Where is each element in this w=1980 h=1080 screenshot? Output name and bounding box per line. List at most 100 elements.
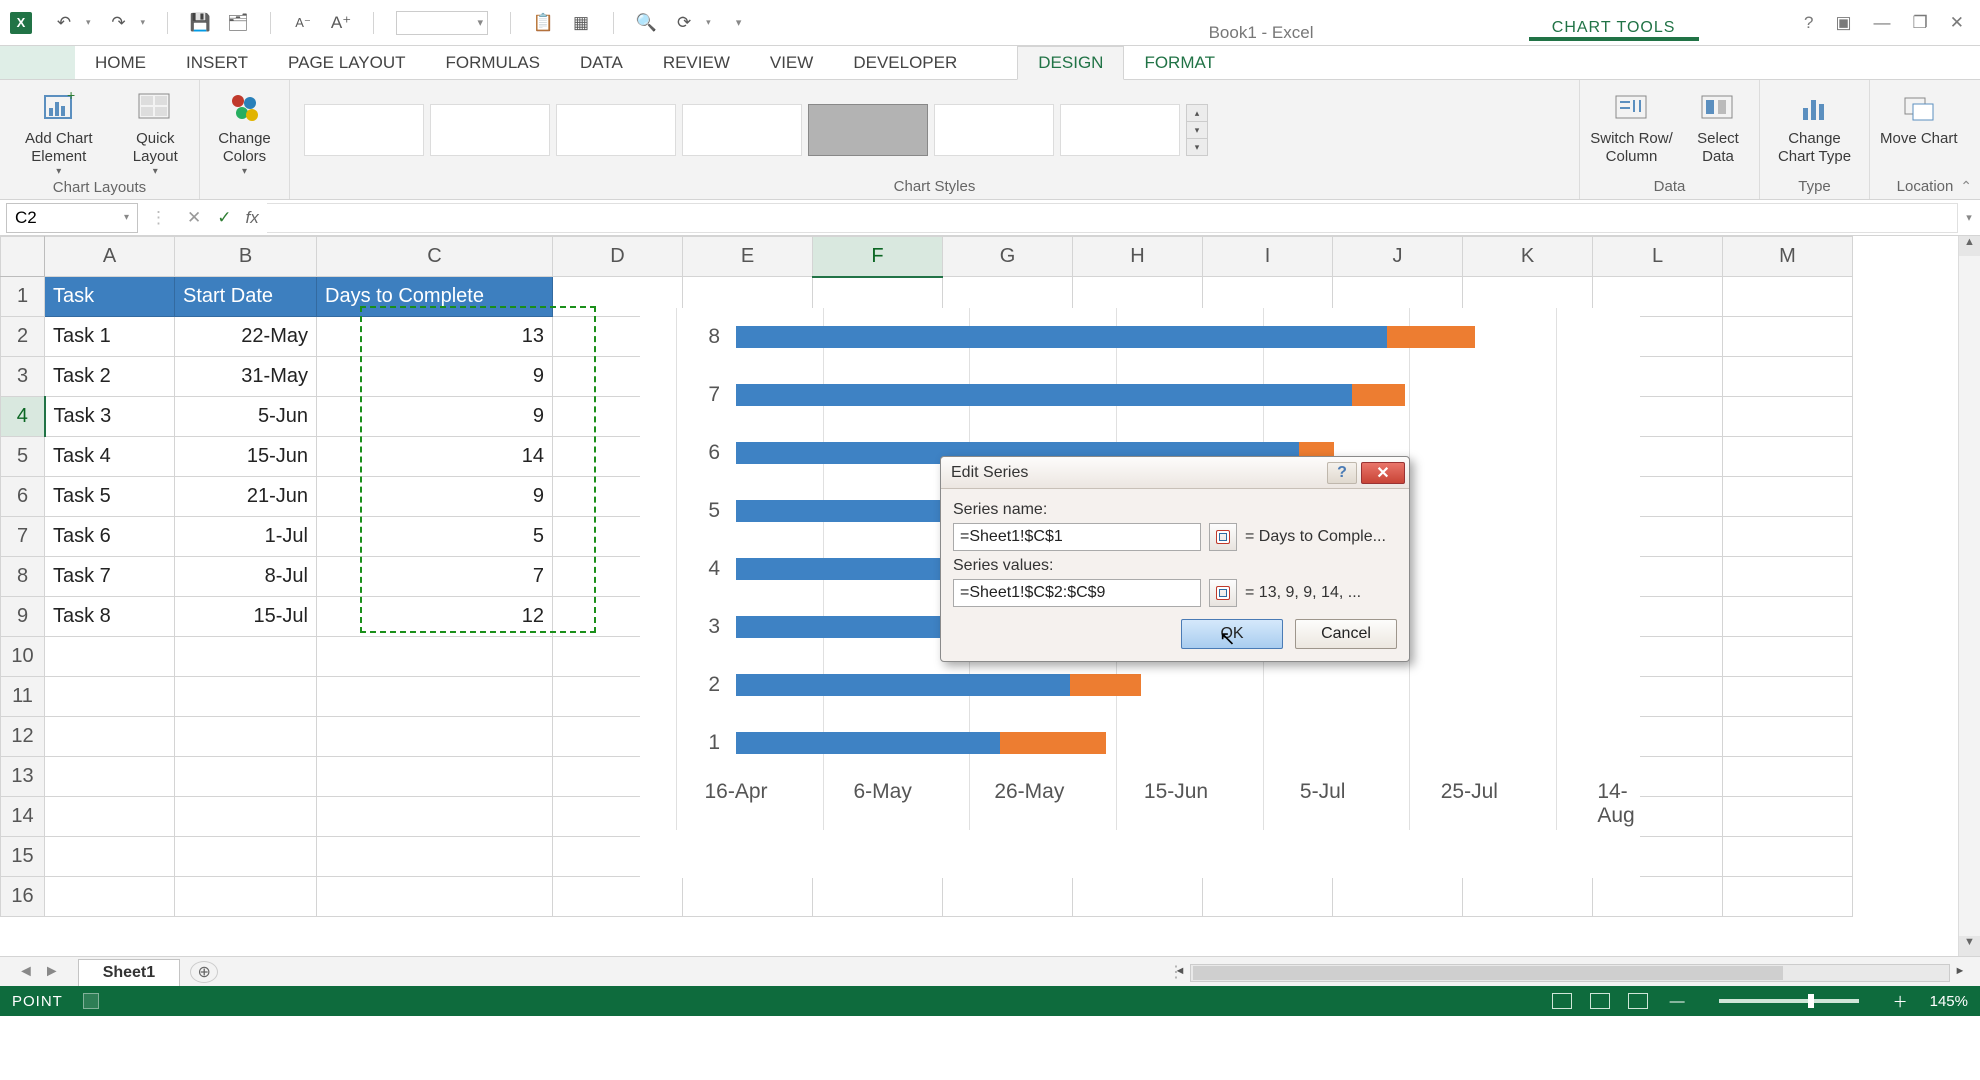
formula-cancel-icon[interactable]: ✕	[187, 208, 201, 228]
cancel-button[interactable]: Cancel	[1295, 619, 1397, 649]
cell-A10[interactable]	[45, 637, 175, 677]
dialog-close-icon[interactable]: ✕	[1361, 462, 1405, 484]
row-head-4[interactable]: 4	[1, 397, 45, 437]
col-head-L[interactable]: L	[1593, 237, 1723, 277]
col-head-H[interactable]: H	[1073, 237, 1203, 277]
cell-B12[interactable]	[175, 717, 317, 757]
cell-B3[interactable]: 31-May	[175, 357, 317, 397]
zoom-slider[interactable]	[1719, 999, 1859, 1003]
cell-M3[interactable]	[1723, 357, 1853, 397]
change-colors-button[interactable]: Change Colors ▾	[210, 84, 279, 177]
tab-formulas[interactable]: FORMULAS	[426, 46, 560, 79]
col-head-J[interactable]: J	[1333, 237, 1463, 277]
sheet-tab-sheet1[interactable]: Sheet1	[78, 959, 180, 986]
row-head-5[interactable]: 5	[1, 437, 45, 477]
cell-C3[interactable]: 9	[317, 357, 553, 397]
chart-bar-start[interactable]	[736, 326, 1387, 348]
cell-M4[interactable]	[1723, 397, 1853, 437]
name-box[interactable]: C2 ▾	[6, 203, 138, 233]
preview-icon[interactable]: 🔍	[636, 13, 656, 33]
cell-M2[interactable]	[1723, 317, 1853, 357]
chart-bar-days[interactable]	[1387, 326, 1475, 348]
cell-B8[interactable]: 8-Jul	[175, 557, 317, 597]
decrease-font-icon[interactable]: A⁻	[293, 13, 313, 33]
cell-I16[interactable]	[1203, 877, 1333, 917]
cell-A15[interactable]	[45, 837, 175, 877]
cell-B14[interactable]	[175, 797, 317, 837]
tab-data[interactable]: DATA	[560, 46, 643, 79]
cell-G16[interactable]	[943, 877, 1073, 917]
cell-L16[interactable]	[1593, 877, 1723, 917]
cell-B15[interactable]	[175, 837, 317, 877]
close-icon[interactable]: ✕	[1950, 13, 1964, 33]
gallery-scroll[interactable]: ▴▾▾	[1186, 104, 1208, 156]
cell-B13[interactable]	[175, 757, 317, 797]
select-all-button[interactable]	[1, 237, 45, 277]
cell-A11[interactable]	[45, 677, 175, 717]
formula-bar[interactable]	[267, 203, 1958, 233]
increase-font-icon[interactable]: A⁺	[331, 13, 351, 33]
cell-A3[interactable]: Task 2	[45, 357, 175, 397]
add-chart-element-button[interactable]: + Add Chart Element ▾	[10, 84, 108, 177]
cell-B16[interactable]	[175, 877, 317, 917]
cell-A16[interactable]	[45, 877, 175, 917]
col-head-M[interactable]: M	[1723, 237, 1853, 277]
series-name-range-picker-icon[interactable]	[1209, 523, 1237, 551]
col-head-D[interactable]: D	[553, 237, 683, 277]
row-head-7[interactable]: 7	[1, 517, 45, 557]
page-layout-view-icon[interactable]	[1590, 993, 1610, 1009]
cell-B1[interactable]: Start Date	[175, 277, 317, 317]
font-size-picker[interactable]: ▾	[396, 11, 488, 35]
ribbon-display-options-icon[interactable]: ▣	[1835, 13, 1851, 33]
chart-bar-days[interactable]	[1000, 732, 1106, 754]
cell-A7[interactable]: Task 6	[45, 517, 175, 557]
cell-M10[interactable]	[1723, 637, 1853, 677]
cell-B2[interactable]: 22-May	[175, 317, 317, 357]
row-head-14[interactable]: 14	[1, 797, 45, 837]
cell-F16[interactable]	[813, 877, 943, 917]
cell-B11[interactable]	[175, 677, 317, 717]
collapse-ribbon-icon[interactable]: ⌃	[1960, 178, 1972, 195]
cell-M7[interactable]	[1723, 517, 1853, 557]
cell-A1[interactable]: Task	[45, 277, 175, 317]
sheet-options-icon[interactable]: ▦	[571, 13, 591, 33]
cell-D16[interactable]	[553, 877, 683, 917]
zoom-out-icon[interactable]: —	[1666, 993, 1689, 1010]
cell-B4[interactable]: 5-Jun	[175, 397, 317, 437]
cell-A5[interactable]: Task 4	[45, 437, 175, 477]
row-head-6[interactable]: 6	[1, 477, 45, 517]
row-head-8[interactable]: 8	[1, 557, 45, 597]
tab-home[interactable]: HOME	[75, 46, 166, 79]
row-head-2[interactable]: 2	[1, 317, 45, 357]
cell-A9[interactable]: Task 8	[45, 597, 175, 637]
chart-bar-start[interactable]	[736, 384, 1352, 406]
vertical-scrollbar[interactable]: ▲ ▼	[1958, 236, 1980, 956]
chart-bar-start[interactable]	[736, 732, 1000, 754]
cell-M13[interactable]	[1723, 757, 1853, 797]
series-values-input[interactable]: =Sheet1!$C$2:$C$9	[953, 579, 1201, 607]
expand-formula-bar-icon[interactable]: ▾	[1958, 211, 1980, 224]
tab-format[interactable]: FORMAT	[1124, 46, 1235, 79]
cell-C1[interactable]: Days to Complete	[317, 277, 553, 317]
col-head-K[interactable]: K	[1463, 237, 1593, 277]
cell-B6[interactable]: 21-Jun	[175, 477, 317, 517]
col-head-F[interactable]: F	[813, 237, 943, 277]
switch-row-column-button[interactable]: Switch Row/ Column	[1590, 84, 1673, 166]
cell-E16[interactable]	[683, 877, 813, 917]
tab-scroll-left-icon[interactable]: ◄	[18, 963, 34, 981]
zoom-level[interactable]: 145%	[1930, 993, 1968, 1010]
tab-design[interactable]: DESIGN	[1017, 46, 1124, 80]
col-head-E[interactable]: E	[683, 237, 813, 277]
cell-C5[interactable]: 14	[317, 437, 553, 477]
tab-insert[interactable]: INSERT	[166, 46, 268, 79]
row-head-12[interactable]: 12	[1, 717, 45, 757]
cell-M6[interactable]	[1723, 477, 1853, 517]
worksheet[interactable]: ABCDEFGHIJKLM1TaskStart DateDays to Comp…	[0, 236, 1980, 956]
col-head-B[interactable]: B	[175, 237, 317, 277]
cell-K16[interactable]	[1463, 877, 1593, 917]
cell-B7[interactable]: 1-Jul	[175, 517, 317, 557]
cell-C6[interactable]: 9	[317, 477, 553, 517]
select-data-button[interactable]: Select Data	[1687, 84, 1749, 166]
cell-C11[interactable]	[317, 677, 553, 717]
tab-file[interactable]	[0, 46, 75, 79]
